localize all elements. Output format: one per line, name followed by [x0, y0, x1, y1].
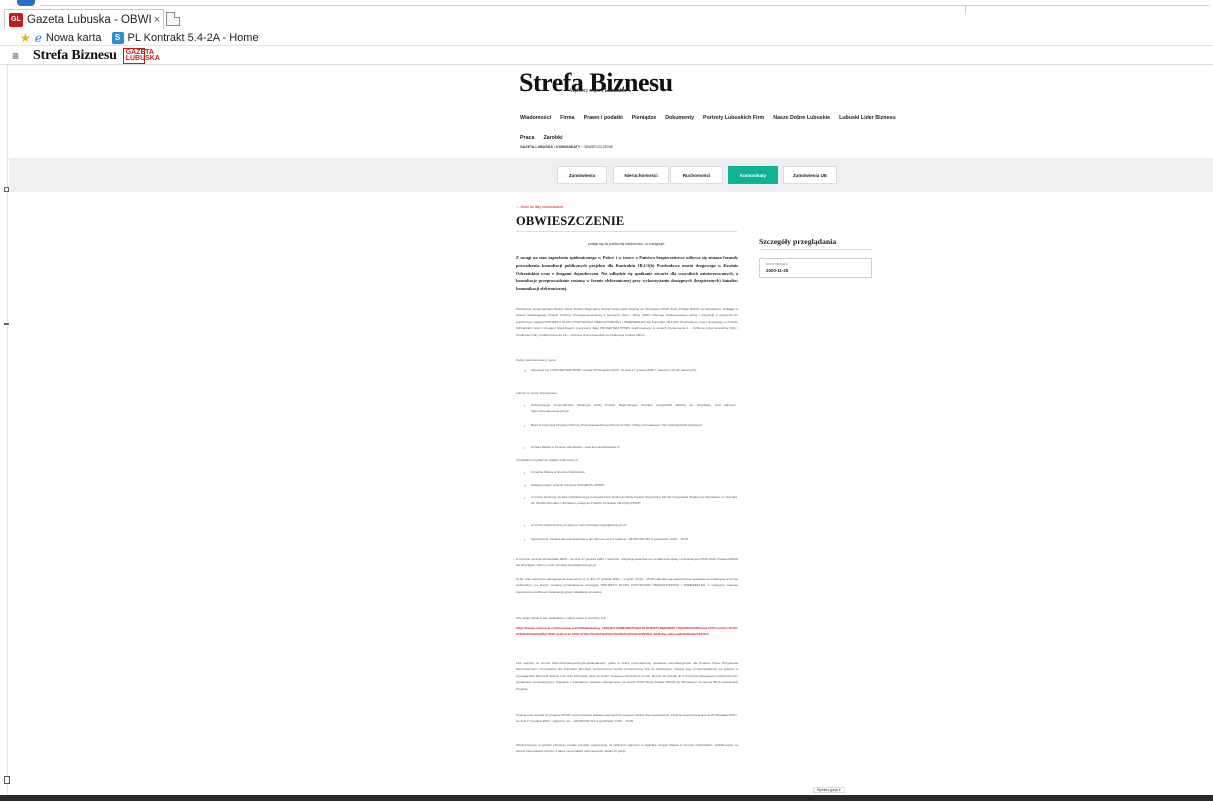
- article-paragraph: Obwieszczenie w postaci pisemnej zostało…: [516, 743, 738, 754]
- hamburger-menu-icon[interactable]: ≡: [12, 49, 19, 63]
- tab-strip: GL Gazeta Lubuska - OBWIESZ... ×: [0, 9, 1213, 30]
- article-paragraph: w terminie od dnia 20 listopada 2020 r. …: [516, 557, 738, 568]
- nav-item[interactable]: Portrety Lubuskich Firm: [703, 115, 764, 121]
- main-nav: Wiadomości Firma Prawo i podatki Pieniąd…: [520, 108, 896, 148]
- back-to-list-link[interactable]: ← Wróć do listy komunikatów: [516, 205, 563, 209]
- tab-close-icon[interactable]: ×: [151, 14, 163, 26]
- article-paragraph: Państwowe Gospodarstwo Wodne Wody Polski…: [516, 307, 738, 337]
- list-item: Urzędu Miasta w Krośnie Odrzańskim: www.…: [531, 445, 620, 449]
- left-scroll-strip: [0, 65, 9, 801]
- bullet-icon: •: [524, 524, 526, 528]
- left-scroll-button[interactable]: [4, 776, 10, 784]
- bullet-icon: •: [524, 424, 526, 428]
- list-item: Państwowego Gospodarstwa Wodnego Wody Po…: [531, 403, 737, 414]
- article-lead: Z uwagi na stan zagrożenia epidemicznego…: [516, 255, 738, 292]
- list-item: Biura Koordynacji Projektu Ochrony Przec…: [531, 423, 702, 427]
- article-paragraph: Link wejścia na stronie https://wroclaw.…: [516, 661, 738, 691]
- article-paragraph: pobrać ze strony internetowej:: [516, 391, 558, 395]
- new-tab-button[interactable]: [166, 12, 180, 26]
- nav-item[interactable]: Pieniądze: [632, 115, 656, 121]
- window-top-line: [40, 5, 1209, 6]
- left-strip-marker: [4, 323, 9, 325]
- site-header-bar: ≡ Strefa Biznesu GAZETA LUBUSKA: [0, 48, 1213, 65]
- list-number: 2.: [524, 484, 527, 488]
- category-tab-zamowienia-ue[interactable]: Zamówienia UE: [783, 166, 837, 184]
- bullet-icon: •: [524, 538, 526, 542]
- nav-item[interactable]: Praca: [520, 135, 534, 141]
- article-title: OBWIESZCZENIE: [516, 214, 625, 228]
- category-tab-komunikaty[interactable]: Komunikaty: [728, 166, 778, 184]
- list-item: zapoznać się z PROJEKTEM PPNiP od dnia 2…: [531, 368, 697, 372]
- favorite-link-new-tab[interactable]: Nowa karta: [46, 32, 102, 44]
- nav-item[interactable]: Nasze Dobre Lubuskie: [773, 115, 830, 121]
- list-item: w formie pisemnej na adres Państwowego G…: [531, 495, 737, 506]
- category-band: Zamówienia Nieruchomości Ruchomości Komu…: [9, 158, 1213, 192]
- article-paragraph: W 10. dniu roboczym udostępnienia dokume…: [516, 577, 738, 594]
- article-paragraph: i bezpłatnie uzyskać do wglądu dokumenty…: [516, 458, 579, 462]
- gl-favicon-icon: GL: [9, 12, 23, 27]
- nav-item[interactable]: Prawo i podatki: [584, 115, 623, 121]
- bottom-bar: [0, 795, 1213, 801]
- list-item: Urzędzie Miasta w Krośnie Odrzańskim: [531, 470, 585, 474]
- breadcrumb-current: OBWIESZCZENIE: [583, 145, 614, 149]
- nav-item[interactable]: Dokumenty: [665, 115, 694, 121]
- list-item: w formie elektronicznej na adres e-mail:…: [531, 523, 627, 527]
- tab-title: Gazeta Lubuska - OBWIESZ...: [27, 13, 151, 26]
- language-select[interactable]: Wybierz język ▾: [813, 787, 845, 793]
- bullet-icon: •: [524, 471, 526, 475]
- nav-item[interactable]: Lubuski Lider Biznesu: [839, 115, 896, 121]
- bullet-icon: •: [524, 496, 526, 500]
- publication-date-label: DATA PUBLIKACJI: [766, 263, 788, 266]
- list-number: 1.: [524, 369, 527, 373]
- article-paragraph: Aby wziąć udział w ww. webinarium, należ…: [516, 616, 607, 620]
- article-sponsor-line: podaje się do publicznej wiadomości, co …: [588, 242, 665, 246]
- breadcrumb-item[interactable]: GAZETA LUBUSKA: [520, 145, 553, 149]
- category-tab-nieruchomosci[interactable]: Nieruchomości: [613, 166, 669, 184]
- category-tab-zamowienia[interactable]: Zamówienia: [557, 166, 607, 184]
- category-tab-ruchomosci[interactable]: Ruchomości: [670, 166, 723, 184]
- region-value: Lubuskie: [604, 88, 627, 94]
- list-item: składać uwagi i wnioski odnośnie PROJEKT…: [531, 483, 605, 487]
- favorites-star-icon[interactable]: ★: [20, 31, 31, 45]
- nav-item[interactable]: Zarobki: [543, 135, 562, 141]
- region-prefix: Wybierz region: [570, 88, 604, 94]
- bullet-icon: •: [524, 446, 526, 450]
- ie-icon: ℯ: [34, 30, 42, 45]
- region-select[interactable]: Wybierz region Lubuskie ⌄: [570, 88, 632, 94]
- sharepoint-icon: S: [111, 31, 124, 44]
- favorites-bar: ★ ℯ Nowa karta S PL Kontrakt 5.4-2A - Ho…: [0, 30, 1213, 46]
- article-paragraph: Pytania oraz wnioski do projektu PPNiP m…: [516, 713, 738, 724]
- browser-tab-active[interactable]: GL Gazeta Lubuska - OBWIESZ... ×: [4, 9, 164, 29]
- sidebar-title: Szczegóły przeglądania: [759, 237, 837, 246]
- title-divider: [516, 231, 737, 232]
- nav-item[interactable]: Firma: [560, 115, 574, 121]
- article-paragraph: Każdy zainteresowany może:: [516, 358, 557, 362]
- site-brand-logo[interactable]: Strefa Biznesu: [33, 48, 117, 64]
- breadcrumb-item[interactable]: KOMUNIKATY: [556, 145, 580, 149]
- publication-date-box: DATA PUBLIKACJI 2020-11-25: [759, 258, 872, 278]
- webinar-link[interactable]: https://teams.microsoft.com/l/meetup-joi…: [516, 625, 738, 638]
- bullet-icon: •: [524, 404, 526, 408]
- window-corner-accent: [17, 0, 35, 6]
- favorite-link-pl-kontrakt[interactable]: PL Kontrakt 5.4-2A - Home: [128, 32, 259, 44]
- breadcrumb: GAZETA LUBUSKA › KOMUNIKATY › OBWIESZCZE…: [520, 145, 614, 149]
- publication-date: 2020-11-25: [766, 268, 789, 273]
- nav-item[interactable]: Wiadomości: [520, 115, 551, 121]
- gazeta-lubuska-logo[interactable]: GAZETA LUBUSKA: [122, 48, 160, 64]
- list-item: telefonicznie: infolinia dla mieszkańców…: [531, 537, 689, 541]
- sidebar-divider: [759, 249, 872, 250]
- chevron-down-icon: ⌄: [628, 88, 633, 94]
